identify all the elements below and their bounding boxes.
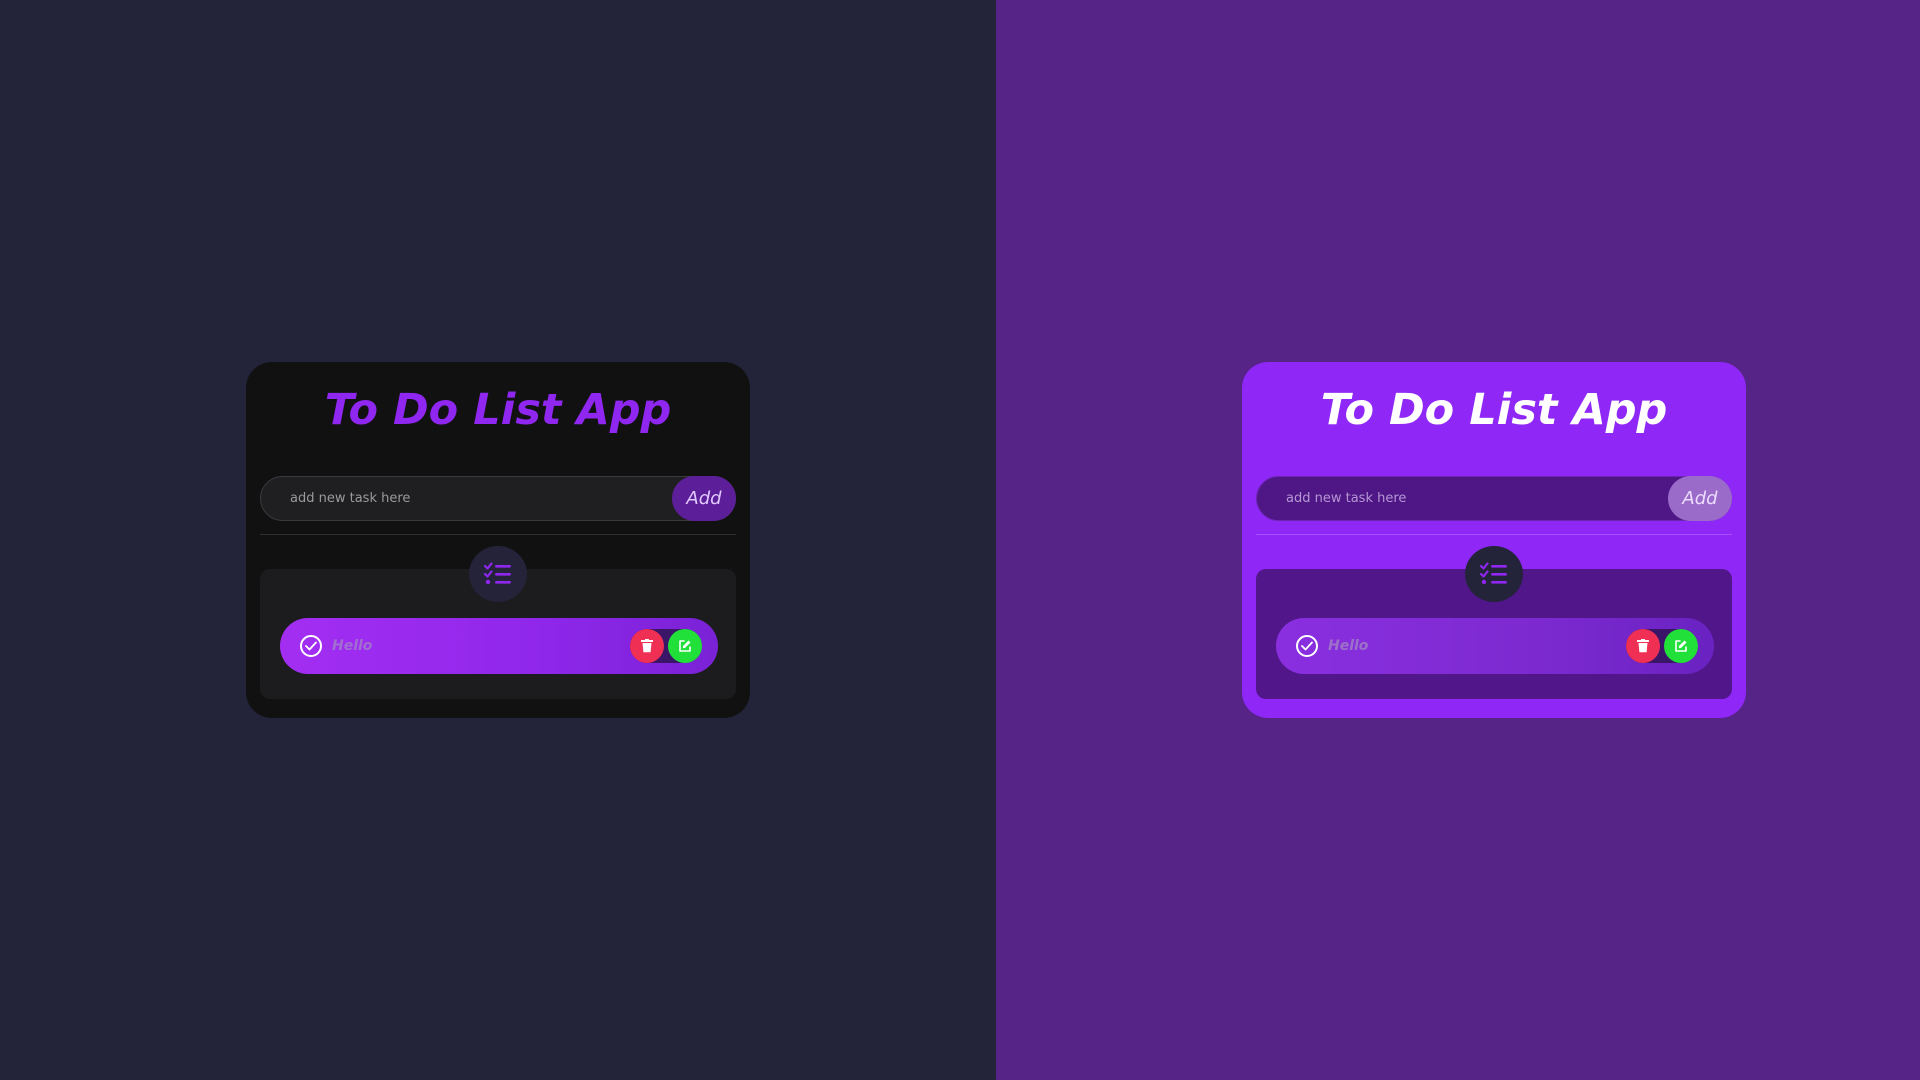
task-input-row: Add [260,476,736,521]
task-actions [630,629,702,663]
list-checks-icon [1465,546,1523,602]
divider [1256,534,1732,535]
edit-button[interactable] [1664,629,1698,663]
task-input-row: Add [1256,476,1732,521]
edit-icon [679,640,691,652]
add-button[interactable]: Add [1668,476,1732,521]
task-text: Hello [1328,638,1369,654]
trash-icon [641,639,653,653]
todo-card: To Do List App Add Hello [1242,362,1746,718]
add-button[interactable]: Add [672,476,736,521]
trash-icon [1637,639,1649,653]
task-item[interactable]: Hello [280,618,718,674]
check-circle-icon[interactable] [300,635,322,657]
dark-theme-panel: To Do List App Add Hello [0,0,996,1080]
divider [260,534,736,535]
check-circle-icon[interactable] [1296,635,1318,657]
task-input[interactable] [1257,477,1657,520]
delete-button[interactable] [1626,629,1660,663]
list-checks-icon [469,546,527,602]
edit-button[interactable] [668,629,702,663]
app-title: To Do List App [1320,385,1668,435]
task-text: Hello [332,638,373,654]
task-item[interactable]: Hello [1276,618,1714,674]
todo-card: To Do List App Add Hello [246,362,750,718]
task-actions [1626,629,1698,663]
app-title: To Do List App [324,385,672,435]
edit-icon [1675,640,1687,652]
delete-button[interactable] [630,629,664,663]
task-input[interactable] [261,477,661,520]
light-theme-panel: To Do List App Add Hello [996,0,1920,1080]
